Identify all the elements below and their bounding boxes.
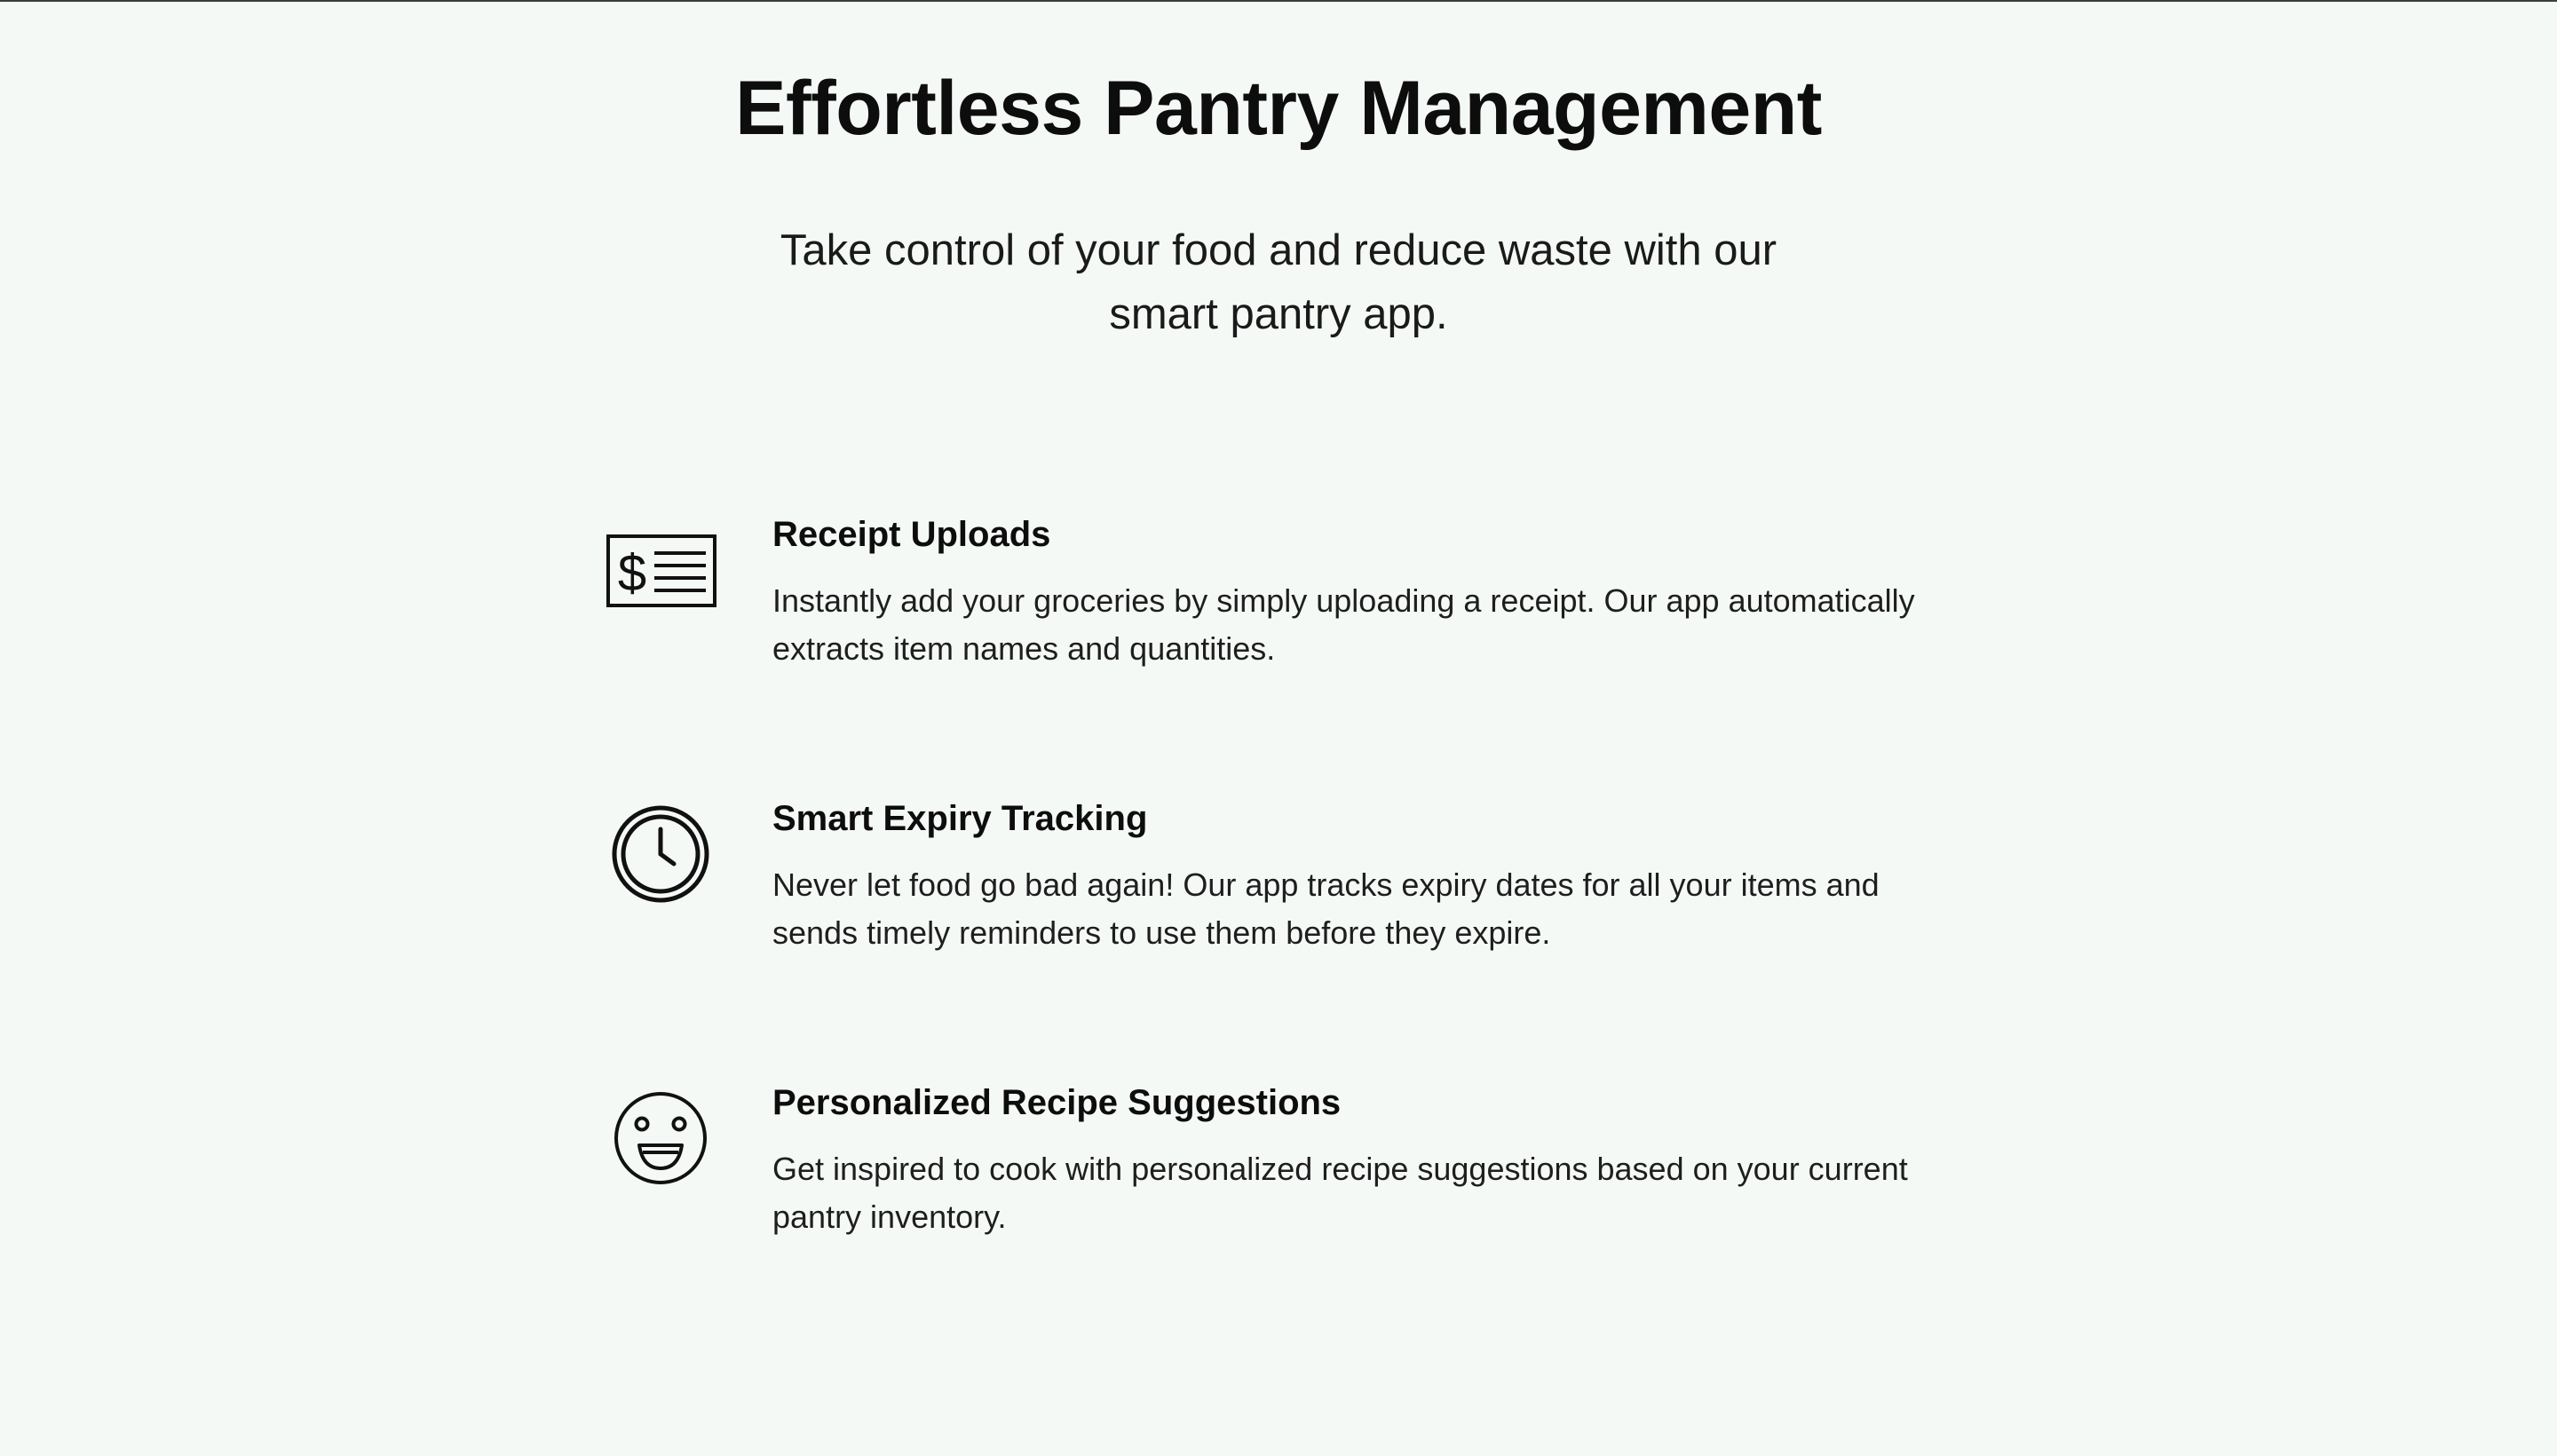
feature-title: Personalized Recipe Suggestions: [772, 1083, 1342, 1122]
receipt-icon: $: [586, 510, 735, 659]
feature-receipt-uploads: $ Receipt Uploads Instantly add your gro…: [586, 510, 1971, 723]
page-subtitle: Take control of your food and reduce was…: [780, 226, 1777, 338]
feature-title: Receipt Uploads: [772, 515, 1051, 554]
top-divider: [0, 0, 2557, 2]
page-title: Effortless Pantry Management: [735, 66, 1822, 151]
feature-expiry-tracking: Smart Expiry Tracking Never let food go …: [586, 794, 1971, 1007]
feature-description: Instantly add your groceries by simply u…: [772, 582, 1915, 667]
feature-description: Never let food go bad again! Our app tra…: [772, 866, 1880, 951]
svg-text:$: $: [618, 544, 646, 602]
clock-icon: [586, 794, 735, 943]
feature-description: Get inspired to cook with personalized r…: [772, 1151, 1908, 1235]
feature-title: Smart Expiry Tracking: [772, 799, 1148, 838]
smiley-icon: [586, 1078, 735, 1227]
feature-recipe-suggestions: Personalized Recipe Suggestions Get insp…: [586, 1078, 1971, 1291]
